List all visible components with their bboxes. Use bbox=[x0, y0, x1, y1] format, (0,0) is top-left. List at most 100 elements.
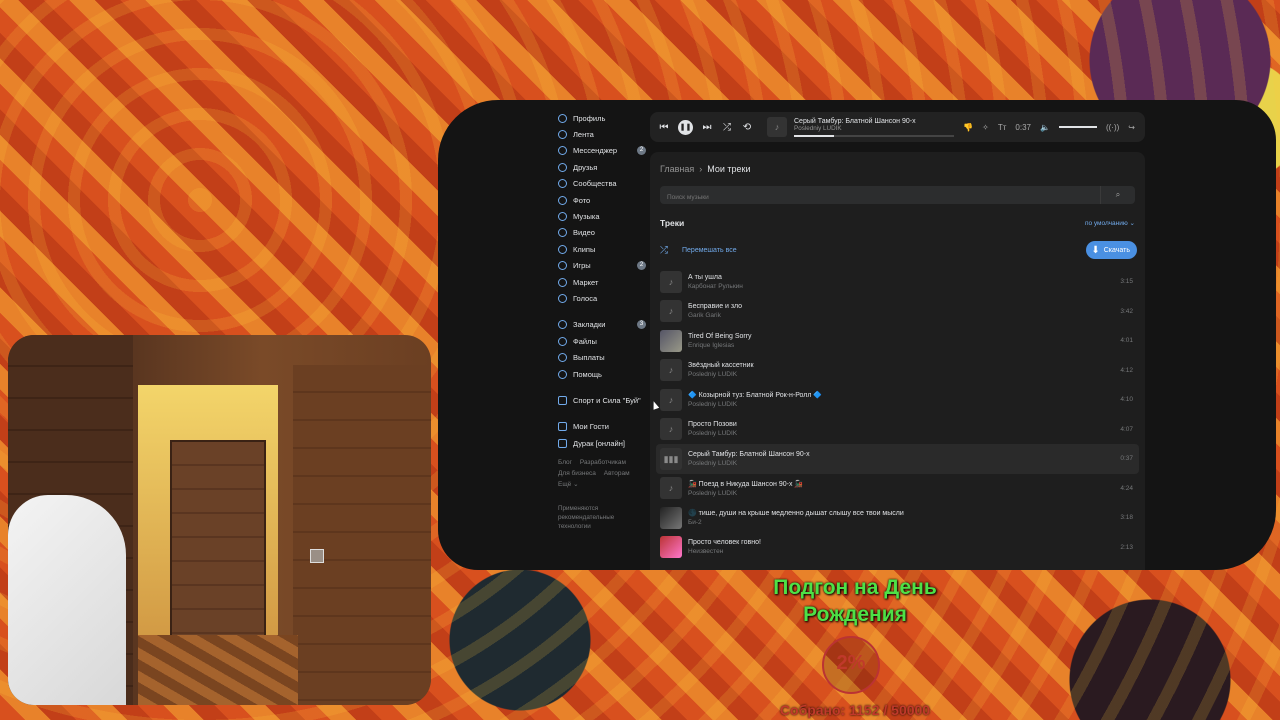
vk-music-window: Профиль Лента Мессенджер 2 Друзья Сообщества Ф… bbox=[438, 100, 1276, 570]
sparkle-icon[interactable]: ✧ bbox=[982, 123, 989, 132]
broadcast-icon[interactable]: ((·)) bbox=[1106, 123, 1119, 132]
track-cover-icon[interactable]: ♪ bbox=[660, 418, 682, 441]
search-icon[interactable]: ⌕ bbox=[1100, 186, 1135, 204]
sidebar-app-durak[interactable]: Дурак [онлайн] bbox=[558, 435, 646, 451]
track-title[interactable]: 🌑 тише, души на крыше медленно дышат слы… bbox=[688, 509, 1120, 517]
sort-dropdown[interactable]: по умолчанию ⌄ bbox=[1085, 219, 1135, 227]
sidebar-item[interactable]: Музыка bbox=[558, 208, 646, 224]
group-icon bbox=[558, 395, 567, 405]
track-cover-icon[interactable] bbox=[660, 536, 682, 559]
sidebar-group-link[interactable]: Спорт и Сила "Буй" bbox=[558, 392, 646, 408]
sidebar-item[interactable]: Игры 2 bbox=[558, 258, 646, 274]
track-row[interactable]: Tired Of Being Sorry Enrique Iglesias 4:01 bbox=[656, 326, 1139, 356]
player-track-title[interactable]: Серый Тамбур: Блатной Шансон 90-х bbox=[794, 118, 954, 125]
track-cover-icon[interactable]: ♪ bbox=[660, 388, 682, 411]
track-title[interactable]: Звёздный кассетник bbox=[688, 362, 1120, 369]
track-title[interactable]: А ты ушла bbox=[688, 274, 1120, 281]
track-row[interactable]: Просто человек говно! Неизвестен 2:13 bbox=[656, 533, 1139, 563]
sidebar-item[interactable]: Файлы bbox=[558, 333, 646, 349]
track-artist[interactable]: Posledniy LUDIK bbox=[688, 430, 1120, 437]
track-title[interactable]: Просто человек говно! bbox=[688, 539, 1120, 546]
footer-link-more[interactable]: Ещё ⌄ bbox=[558, 481, 579, 488]
track-row[interactable]: ♪ Бесправие и зло Garik Garik 3:42 bbox=[656, 297, 1139, 327]
repeat-icon[interactable]: ⟲ bbox=[741, 122, 753, 133]
shuffle-icon[interactable]: ⤮ bbox=[721, 122, 733, 133]
recommendation-note[interactable]: Применяются рекомендательные технологии bbox=[558, 504, 628, 531]
track-row[interactable]: ♪ 🚂 Поезд в Никуда Шансон 90-х 🚂 Posledniy… bbox=[656, 474, 1139, 504]
track-cover-icon[interactable] bbox=[660, 506, 682, 529]
breadcrumb-home[interactable]: Главная bbox=[660, 164, 694, 174]
volume-slider[interactable] bbox=[1058, 126, 1097, 128]
dislike-icon[interactable]: 👎 bbox=[963, 123, 973, 132]
track-artist[interactable]: Enrique Iglesias bbox=[688, 342, 1120, 349]
track-artist[interactable]: Posledniy LUDIK bbox=[688, 401, 1120, 408]
lyrics-icon[interactable]: Tт bbox=[998, 123, 1007, 132]
track-cover-icon[interactable] bbox=[660, 329, 682, 352]
sidebar-item-label: Друзья bbox=[573, 162, 598, 172]
track-title[interactable]: 🔷 Козырной туз: Блатной Рок-н-Ролл 🔷 bbox=[688, 391, 1120, 399]
player-progress[interactable] bbox=[794, 134, 954, 137]
download-button[interactable]: ⬇ Скачать bbox=[1086, 241, 1137, 259]
sidebar-item[interactable]: Выплаты bbox=[558, 349, 646, 365]
webcam-cloth bbox=[8, 495, 126, 705]
sidebar-item[interactable]: Лента bbox=[558, 126, 646, 142]
sidebar-item[interactable]: Маркет bbox=[558, 274, 646, 290]
volume-icon[interactable]: 🔈 bbox=[1040, 123, 1050, 132]
shuffle-all-button[interactable]: ⤮ Перемешать все bbox=[660, 245, 737, 256]
track-artist[interactable]: Posledniy LUDIK bbox=[688, 460, 1120, 467]
track-title[interactable]: 🚂 Поезд в Никуда Шансон 90-х 🚂 bbox=[688, 480, 1120, 488]
track-row[interactable]: ♪ 🔷 Козырной туз: Блатной Рок-н-Ролл 🔷 Pos… bbox=[656, 385, 1139, 415]
now-playing-icon[interactable]: ▮▮▮ bbox=[660, 447, 682, 470]
track-info: Просто человек говно! Неизвестен bbox=[688, 539, 1120, 555]
sidebar-item[interactable]: Фото bbox=[558, 192, 646, 208]
track-cover-icon[interactable]: ♪ bbox=[660, 300, 682, 323]
track-row[interactable]: ♪ Просто Позови Posledniy LUDIK 4:07 bbox=[656, 415, 1139, 445]
prev-track-icon[interactable]: ⏮ bbox=[658, 122, 670, 133]
sidebar-item-label: Помощь bbox=[573, 369, 602, 379]
sidebar-item[interactable]: Помощь bbox=[558, 366, 646, 382]
goal-title-line1: Подгон на День bbox=[773, 576, 937, 599]
sidebar-item-label: Голоса bbox=[573, 293, 598, 303]
track-row[interactable]: ♪ А ты ушла Карбонат Рулькин 3:15 bbox=[656, 267, 1139, 297]
sidebar-item[interactable]: Профиль bbox=[558, 110, 646, 126]
track-artist[interactable]: Неизвестен bbox=[688, 548, 1120, 555]
pause-button[interactable]: ❚❚ bbox=[678, 119, 693, 135]
track-title[interactable]: Бесправие и зло bbox=[688, 303, 1120, 310]
track-row[interactable]: 🌑 тише, души на крыше медленно дышат слы… bbox=[656, 503, 1139, 533]
track-title[interactable]: Просто Позови bbox=[688, 421, 1120, 428]
track-title[interactable]: Серый Тамбур: Блатной Шансон 90-х bbox=[688, 451, 1120, 458]
sidebar-item[interactable]: Мессенджер 2 bbox=[558, 143, 646, 159]
track-cover-icon[interactable]: ♪ bbox=[660, 477, 682, 500]
track-row[interactable]: ♪ Звёздный кассетник Posledniy LUDIK 4:12 bbox=[656, 356, 1139, 386]
next-track-icon[interactable]: ⏭ bbox=[701, 122, 713, 133]
sidebar-item[interactable]: Друзья bbox=[558, 159, 646, 175]
sidebar-item[interactable]: Клипы bbox=[558, 241, 646, 257]
goal-title-line2: Рождения bbox=[803, 603, 907, 626]
footer-link[interactable]: Разработчикам bbox=[580, 459, 626, 466]
sidebar-item[interactable]: Голоса bbox=[558, 290, 646, 306]
player-track-artist[interactable]: Posledniy LUDIK bbox=[794, 125, 954, 132]
footer-link[interactable]: Блог bbox=[558, 459, 572, 466]
sidebar-item-label: Файлы bbox=[573, 336, 597, 346]
app-icon bbox=[558, 438, 567, 448]
webcam-feed bbox=[8, 335, 431, 705]
search-input[interactable] bbox=[660, 188, 1104, 207]
track-info: А ты ушла Карбонат Рулькин bbox=[688, 274, 1120, 290]
footer-link[interactable]: Для бизнеса bbox=[558, 470, 596, 477]
track-row[interactable]: ▮▮▮ Серый Тамбур: Блатной Шансон 90-х Posl… bbox=[656, 444, 1139, 474]
track-artist[interactable]: Posledniy LUDIK bbox=[688, 490, 1120, 497]
track-cover-icon[interactable]: ♪ bbox=[660, 359, 682, 382]
track-cover-icon[interactable]: ♪ bbox=[660, 270, 682, 293]
sidebar-item[interactable]: Сообщества bbox=[558, 176, 646, 192]
track-title[interactable]: Tired Of Being Sorry bbox=[688, 333, 1120, 340]
footer-link[interactable]: Авторам bbox=[604, 470, 630, 477]
track-artist[interactable]: Карбонат Рулькин bbox=[688, 283, 1120, 290]
sidebar-item[interactable]: Закладки 3 bbox=[558, 317, 646, 333]
webcam-floor bbox=[138, 635, 298, 705]
sidebar-app-guests[interactable]: Мои Гости bbox=[558, 419, 646, 435]
share-icon[interactable]: ↪ bbox=[1128, 123, 1135, 132]
track-artist[interactable]: Posledniy LUDIK bbox=[688, 371, 1120, 378]
track-artist[interactable]: Garik Garik bbox=[688, 312, 1120, 319]
sidebar-item[interactable]: Видео bbox=[558, 225, 646, 241]
track-artist[interactable]: Би-2 bbox=[688, 519, 1120, 526]
